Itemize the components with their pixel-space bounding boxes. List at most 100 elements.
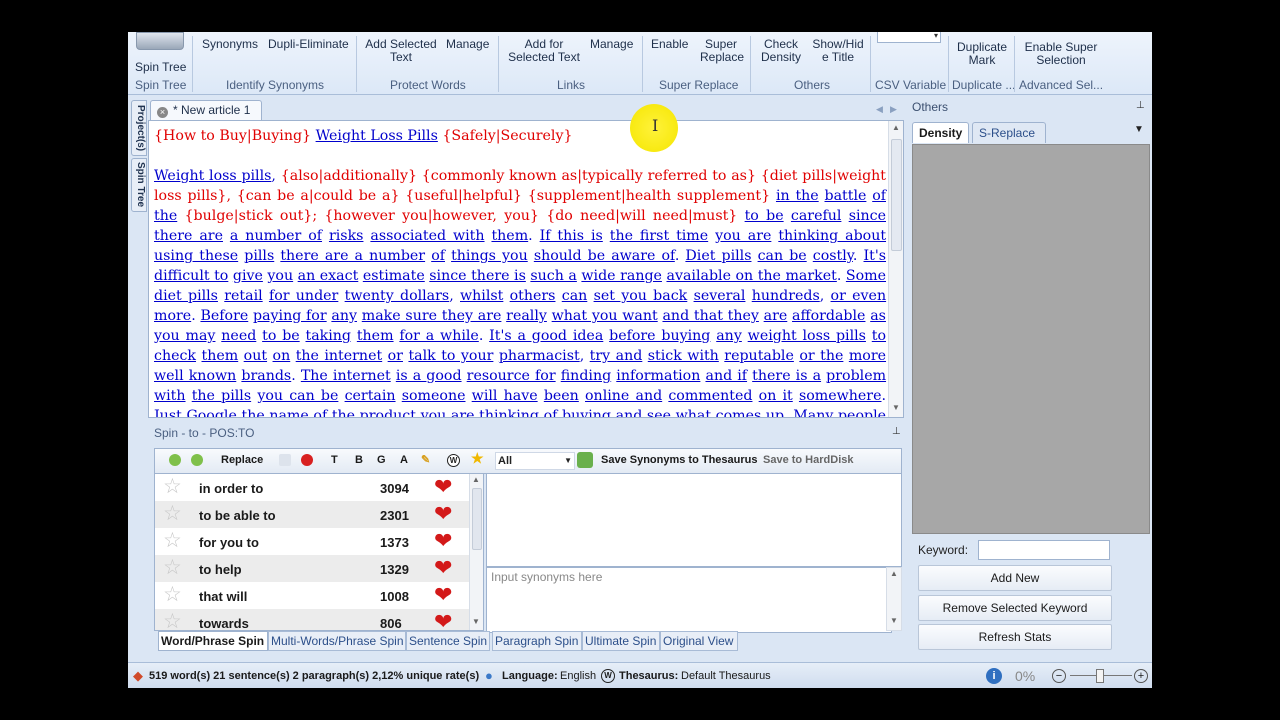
add-selected-text-button[interactable]: Add Selected Text xyxy=(364,38,438,64)
recycle-icon[interactable] xyxy=(577,452,593,468)
brush-icon[interactable]: ✎ xyxy=(421,453,430,467)
keyword-input[interactable] xyxy=(978,540,1110,560)
linked-word[interactable]: the first time xyxy=(610,228,708,244)
list-scroll-thumb[interactable] xyxy=(472,488,482,550)
linked-word[interactable]: there are a number xyxy=(280,248,425,264)
tab-original-view[interactable]: Original View xyxy=(660,631,738,651)
manage-words-button[interactable]: Manage xyxy=(446,38,489,51)
save-to-harddisk-button[interactable]: Save to HardDisk xyxy=(763,453,853,467)
linked-word[interactable]: them xyxy=(202,348,239,364)
copy-icon[interactable] xyxy=(279,454,291,466)
linked-word[interactable]: thinking about xyxy=(778,228,886,244)
synonym-scrollbar[interactable]: ▲ ▼ xyxy=(886,567,902,631)
linked-word[interactable]: information xyxy=(616,368,700,384)
favorite-star-icon[interactable]: ☆ xyxy=(163,503,182,524)
linked-word[interactable]: others xyxy=(510,288,556,304)
projects-side-tab[interactable]: Project(s) xyxy=(131,100,147,156)
prev-tab-icon[interactable]: ◀ xyxy=(876,104,883,115)
tab-paragraph-spin[interactable]: Paragraph Spin xyxy=(492,631,582,651)
add-new-button[interactable]: Add New xyxy=(918,565,1112,591)
zoom-out-icon[interactable]: − xyxy=(1052,669,1066,683)
linked-word[interactable]: affordable xyxy=(792,308,865,324)
g-button[interactable]: G xyxy=(377,453,386,467)
list-scroll-down-icon[interactable]: ▼ xyxy=(472,617,480,626)
table-row[interactable]: ☆ for you to 1373 ❤ xyxy=(155,528,469,555)
linked-word[interactable]: commented xyxy=(668,388,752,404)
linked-word[interactable]: someone xyxy=(402,388,466,404)
article-paragraph[interactable]: Weight loss pills, {also|additionally} {… xyxy=(154,166,886,417)
linked-word[interactable]: weight loss pills xyxy=(748,328,866,344)
article-editor[interactable]: {How to Buy|Buying} Weight Loss Pills {S… xyxy=(148,120,904,418)
spintax-text[interactable]: {Safely|Securely} xyxy=(442,128,572,144)
add-for-selected-text-button[interactable]: Add for Selected Text xyxy=(506,38,582,64)
linked-word[interactable]: resource for xyxy=(467,368,556,384)
csv-variable-combo[interactable]: ▾ xyxy=(877,32,941,43)
check-density-button[interactable]: Check Density xyxy=(758,38,804,64)
spintax-text[interactable]: {How to Buy|Buying} xyxy=(154,128,311,144)
table-row[interactable]: ☆ towards 806 ❤ xyxy=(155,609,469,630)
article-tab[interactable]: × * New article 1 xyxy=(150,100,262,121)
b-button[interactable]: B xyxy=(355,453,363,467)
table-row[interactable]: ☆ in order to 3094 ❤ xyxy=(155,474,469,501)
tab-density[interactable]: Density xyxy=(912,122,970,143)
t-button[interactable]: T xyxy=(331,453,338,467)
linked-word[interactable]: will have xyxy=(472,388,538,404)
linked-word[interactable]: out xyxy=(244,348,267,364)
syn-scroll-down-icon[interactable]: ▼ xyxy=(890,616,898,625)
linked-word[interactable]: you xyxy=(267,268,293,284)
next-icon[interactable] xyxy=(191,454,203,466)
broken-heart-icon[interactable]: ❤ xyxy=(434,476,452,498)
broken-heart-icon[interactable]: ❤ xyxy=(434,557,452,579)
linked-word[interactable]: associated with xyxy=(370,228,484,244)
linked-word[interactable]: is a good xyxy=(396,368,462,384)
linked-word[interactable]: set you back xyxy=(594,288,688,304)
linked-word[interactable]: Weight Loss Pills xyxy=(316,128,438,144)
linked-word[interactable]: Diet pills xyxy=(685,248,751,264)
linked-word[interactable]: difficult to xyxy=(154,268,228,284)
linked-word[interactable]: there is a xyxy=(752,368,821,384)
editor-scrollbar[interactable]: ▲ ▼ xyxy=(888,121,903,417)
table-row[interactable]: ☆ to help 1329 ❤ xyxy=(155,555,469,582)
linked-word[interactable]: estimate xyxy=(363,268,425,284)
linked-word[interactable]: reputable xyxy=(724,348,794,364)
tab-sentence-spin[interactable]: Sentence Spin xyxy=(406,631,490,651)
linked-word[interactable]: several xyxy=(694,288,746,304)
dupli-eliminate-button[interactable]: Dupli-Eliminate xyxy=(268,38,349,51)
linked-word[interactable]: Before xyxy=(200,308,248,324)
thesaurus-value[interactable]: Default Thesaurus xyxy=(681,663,771,688)
next-tab-icon[interactable]: ▶ xyxy=(890,104,897,115)
linked-word[interactable]: brands xyxy=(241,368,291,384)
linked-word[interactable]: Google xyxy=(186,408,236,417)
linked-word[interactable]: make sure they are xyxy=(362,308,502,324)
article-text[interactable]: {How to Buy|Buying} Weight Loss Pills {S… xyxy=(154,126,886,417)
linked-word[interactable]: If this is xyxy=(540,228,603,244)
linked-word[interactable]: what you want xyxy=(552,308,658,324)
linked-word[interactable]: risks xyxy=(329,228,363,244)
spin-tree-button[interactable]: Spin Tree xyxy=(135,61,186,74)
linked-word[interactable]: are xyxy=(764,308,788,324)
linked-word[interactable]: an exact xyxy=(298,268,359,284)
info-icon[interactable]: i xyxy=(986,668,1002,684)
spin-tree-side-tab[interactable]: Spin Tree xyxy=(131,158,147,212)
tabs-dropdown-icon[interactable]: ▼ xyxy=(1134,124,1144,135)
linked-word[interactable]: pills xyxy=(244,248,274,264)
linked-word[interactable]: the xyxy=(242,408,265,417)
synonyms-button[interactable]: Synonyms xyxy=(202,38,258,51)
spin-pin-icon[interactable]: ⊥ xyxy=(892,426,901,437)
linked-word[interactable]: for a while xyxy=(399,328,478,344)
linked-word[interactable]: you are xyxy=(715,228,771,244)
linked-word[interactable]: can xyxy=(562,288,588,304)
linked-word[interactable]: for under xyxy=(269,288,338,304)
linked-word[interactable]: really xyxy=(506,308,547,324)
favorite-star-icon[interactable]: ☆ xyxy=(163,611,182,630)
save-synonyms-button[interactable]: Save Synonyms to Thesaurus xyxy=(601,453,758,467)
linked-word[interactable]: using these xyxy=(154,248,238,264)
linked-word[interactable]: on xyxy=(273,348,291,364)
language-value[interactable]: English xyxy=(560,663,596,688)
linked-word[interactable]: the internet xyxy=(296,348,382,364)
favorite-star-icon[interactable]: ☆ xyxy=(163,584,182,605)
zoom-slider-thumb[interactable] xyxy=(1096,669,1104,683)
linked-word[interactable]: paying for xyxy=(253,308,327,324)
linked-word[interactable]: of xyxy=(431,248,445,264)
linked-word[interactable]: and that they xyxy=(662,308,758,324)
